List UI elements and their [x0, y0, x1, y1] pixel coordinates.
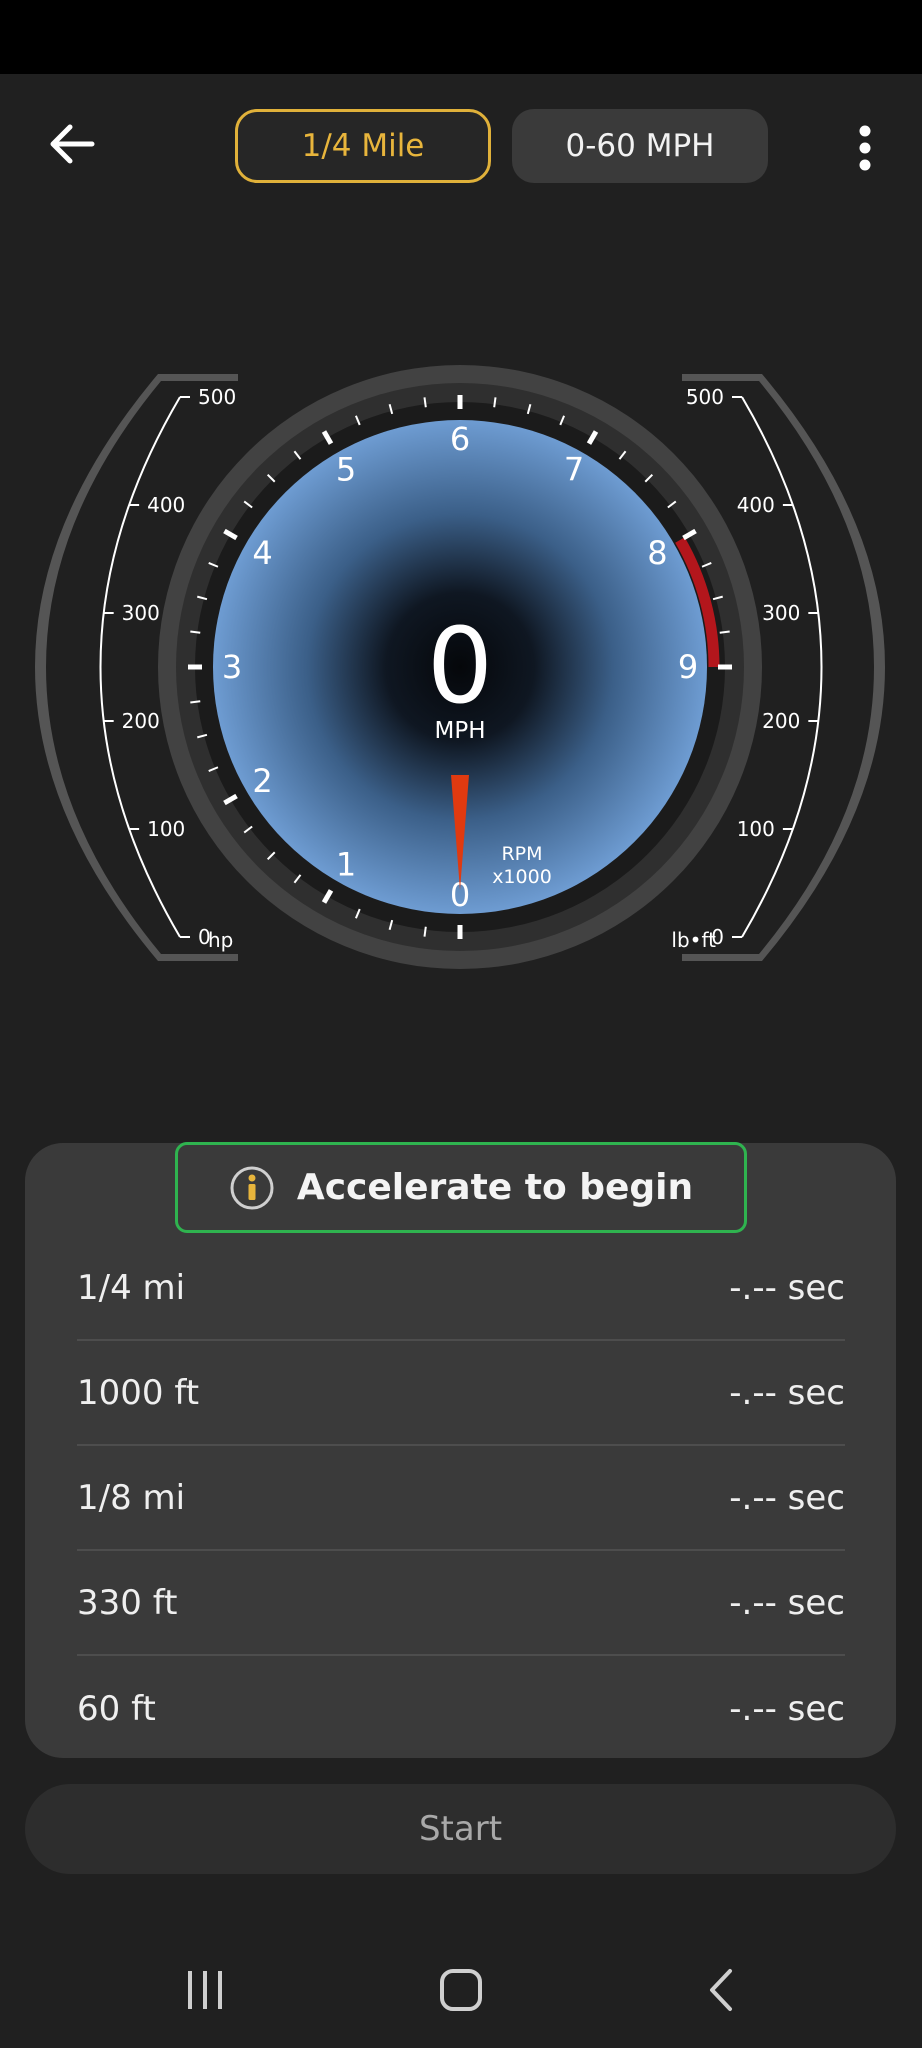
- nav-recents-button[interactable]: [170, 1955, 240, 2025]
- back-button[interactable]: [38, 110, 106, 178]
- more-vertical-icon: [859, 125, 871, 171]
- split-value: -.-- sec: [729, 1267, 845, 1308]
- scale-tick-label: 100: [737, 817, 775, 841]
- split-row-eighth-mile: 1/8 mi -.-- sec: [77, 1446, 845, 1551]
- tab-zero-to-sixty[interactable]: 0-60 MPH: [512, 109, 768, 183]
- gauge-svg: 0100200300400500hp 0100200300400500lb•ft…: [35, 365, 885, 969]
- tab-quarter-mile[interactable]: 1/4 Mile: [235, 109, 491, 183]
- banner-text: Accelerate to begin: [296, 1167, 694, 1208]
- rpm-label: RPM: [501, 843, 542, 865]
- scale-tick-label: 200: [122, 709, 160, 733]
- split-value: -.-- sec: [729, 1477, 845, 1518]
- rpm-tick: [423, 397, 427, 408]
- split-label: 60 ft: [77, 1688, 156, 1729]
- start-button[interactable]: Start: [25, 1784, 896, 1874]
- split-label: 1/4 mi: [77, 1267, 186, 1308]
- scale-tick-label: 300: [122, 601, 160, 625]
- rpm-multiplier: x1000: [492, 866, 552, 888]
- split-row-330ft: 330 ft -.-- sec: [77, 1551, 845, 1656]
- rpm-tick: [719, 630, 730, 634]
- scale-tick-label: 100: [147, 817, 185, 841]
- scale-tick-label: 300: [762, 601, 800, 625]
- scale-unit-label: lb•ft: [671, 928, 716, 952]
- status-banner: Accelerate to begin: [175, 1142, 747, 1233]
- scale-tick-label: 400: [147, 493, 185, 517]
- split-value: -.-- sec: [729, 1688, 845, 1729]
- rpm-tick-label: 9: [678, 648, 698, 686]
- rpm-tick-label: 8: [647, 534, 667, 572]
- arrow-left-icon: [50, 124, 95, 164]
- split-row-1000ft: 1000 ft -.-- sec: [77, 1341, 845, 1446]
- scale-tick-label: 500: [686, 385, 724, 409]
- scale-unit-label: hp: [208, 928, 233, 952]
- rpm-tick-label: 7: [564, 451, 584, 489]
- split-row-60ft: 60 ft -.-- sec: [77, 1656, 845, 1761]
- scale-tick-label: 400: [737, 493, 775, 517]
- rpm-tick-label: 2: [252, 762, 272, 800]
- rpm-tick-label: 1: [336, 845, 356, 883]
- speed-value: 0: [427, 605, 493, 727]
- scale-tick-label: 200: [762, 709, 800, 733]
- gauge-cluster: 0 100 200 300 400 500 hp 0 100 200 300 400 500 lb•ft…: [0, 340, 922, 1000]
- scale-tick-label: 500: [198, 385, 236, 409]
- split-row-quarter-mile: 1/4 mi -.-- sec: [77, 1236, 845, 1341]
- split-label: 330 ft: [77, 1582, 178, 1623]
- nav-home-button[interactable]: [425, 1955, 497, 2025]
- split-label: 1/8 mi: [77, 1477, 186, 1518]
- nav-back-icon: [710, 1969, 732, 2011]
- rpm-tick: [423, 926, 427, 937]
- info-icon: [230, 1166, 274, 1209]
- split-value: -.-- sec: [729, 1582, 845, 1623]
- speed-unit: MPH: [434, 718, 485, 744]
- split-value: -.-- sec: [729, 1372, 845, 1413]
- rpm-tick-label: 5: [336, 451, 356, 489]
- rpm-tick-label: 6: [450, 420, 470, 458]
- more-options-button[interactable]: [848, 118, 882, 178]
- rpm-tick: [190, 700, 201, 704]
- nav-back-button[interactable]: [690, 1955, 750, 2025]
- split-label: 1000 ft: [77, 1372, 200, 1413]
- home-icon: [440, 1969, 482, 2011]
- rpm-tick: [190, 630, 201, 634]
- rpm-tick-label: 3: [222, 648, 242, 686]
- rpm-tick: [493, 397, 497, 408]
- rpm-tick-label: 4: [252, 534, 272, 572]
- status-bar: [0, 0, 922, 74]
- recents-icon: [188, 1971, 222, 2009]
